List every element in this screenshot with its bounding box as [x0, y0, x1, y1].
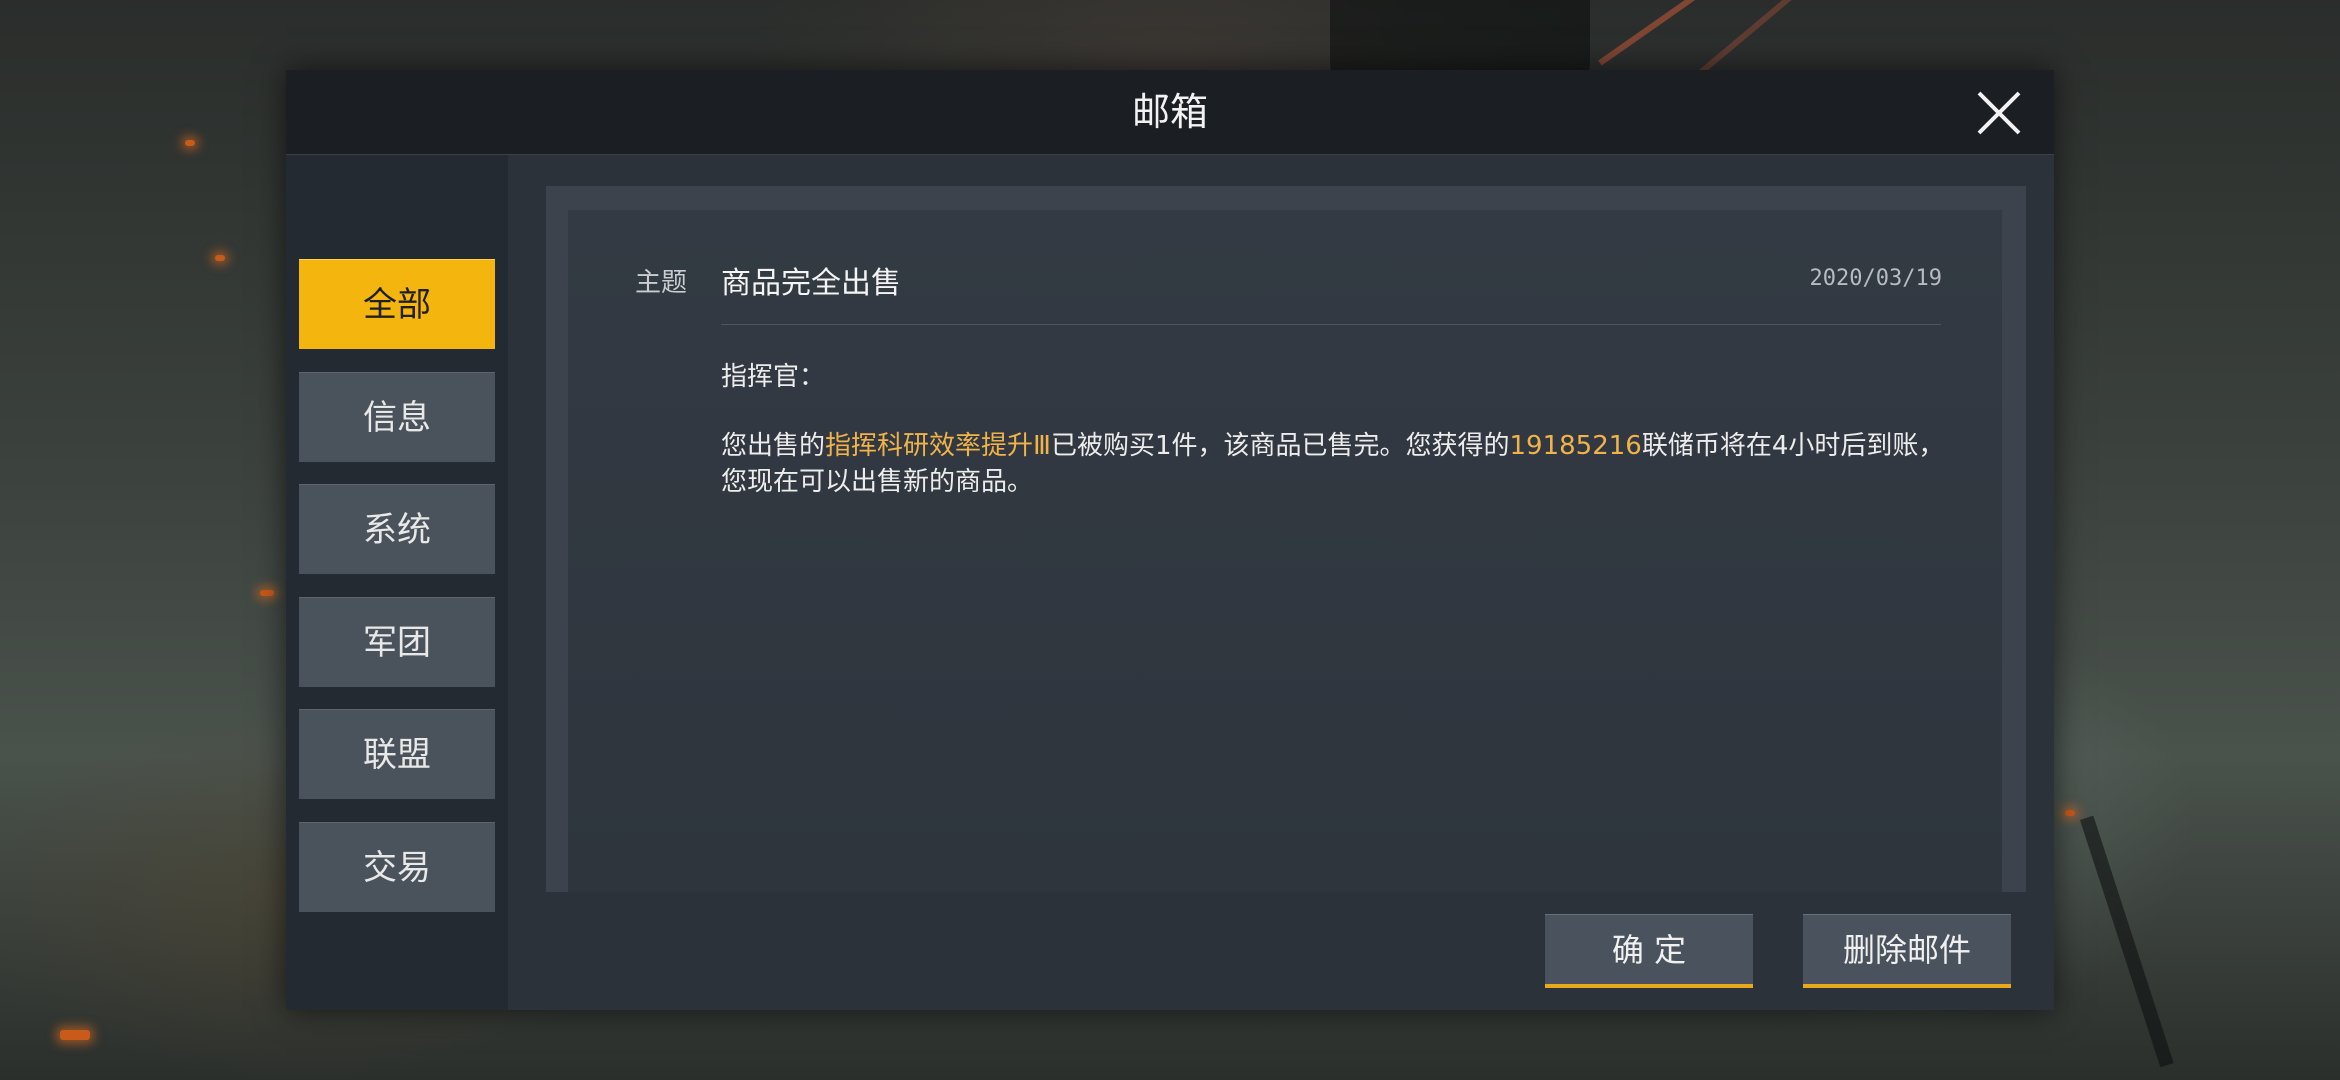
background-pole [2080, 815, 2174, 1068]
mail-date: 2020/03/19 [1809, 266, 1942, 291]
divider [721, 324, 1941, 325]
body-text: 已被购买1件，该商品已售完。您获得的 [1050, 431, 1510, 461]
tab-alliance[interactable]: 联盟 [299, 709, 495, 799]
currency-amount: 19185216 [1509, 431, 1642, 461]
tab-legion[interactable]: 军团 [299, 597, 495, 687]
subject-label: 主题 [635, 268, 688, 298]
background-spark [185, 140, 195, 146]
mail-content-area: 主题 商品完全出售 2020/03/19 指挥官： 您出售的指挥科研效率提升Ⅲ已… [546, 186, 2026, 892]
close-button[interactable] [1974, 88, 2024, 138]
tab-all[interactable]: 全部 [299, 259, 495, 349]
mail-subject: 商品完全出售 [721, 266, 901, 301]
background-beam [1698, 0, 1856, 76]
background-spark [260, 590, 274, 596]
tab-info[interactable]: 信息 [299, 372, 495, 462]
mailbox-dialog: 邮箱 全部 信息 系统 军团 联盟 交易 主题 商品完全出售 2020/03/1… [286, 70, 2054, 1010]
background-spark [2065, 810, 2075, 816]
delete-mail-button[interactable]: 删除邮件 [1803, 914, 2011, 988]
background-beam [1598, 0, 1815, 66]
close-icon [1977, 91, 2021, 135]
mail-panel[interactable]: 主题 商品完全出售 2020/03/19 指挥官： 您出售的指挥科研效率提升Ⅲ已… [568, 210, 2002, 892]
tab-system[interactable]: 系统 [299, 484, 495, 574]
mail-category-sidebar: 全部 信息 系统 军团 联盟 交易 [286, 155, 508, 1010]
body-text: 您出售的 [721, 431, 826, 461]
confirm-button[interactable]: 确 定 [1545, 914, 1753, 988]
tab-trade[interactable]: 交易 [299, 822, 495, 912]
background-spark [215, 255, 225, 261]
mail-body: 您出售的指挥科研效率提升Ⅲ已被购买1件，该商品已售完。您获得的19185216联… [721, 428, 1951, 500]
item-name: 指挥科研效率提升Ⅲ [825, 431, 1051, 461]
mail-greeting: 指挥官： [721, 362, 826, 392]
dialog-title: 邮箱 [1131, 90, 1208, 134]
background-spark [60, 1030, 90, 1040]
dialog-header: 邮箱 [286, 70, 2054, 155]
